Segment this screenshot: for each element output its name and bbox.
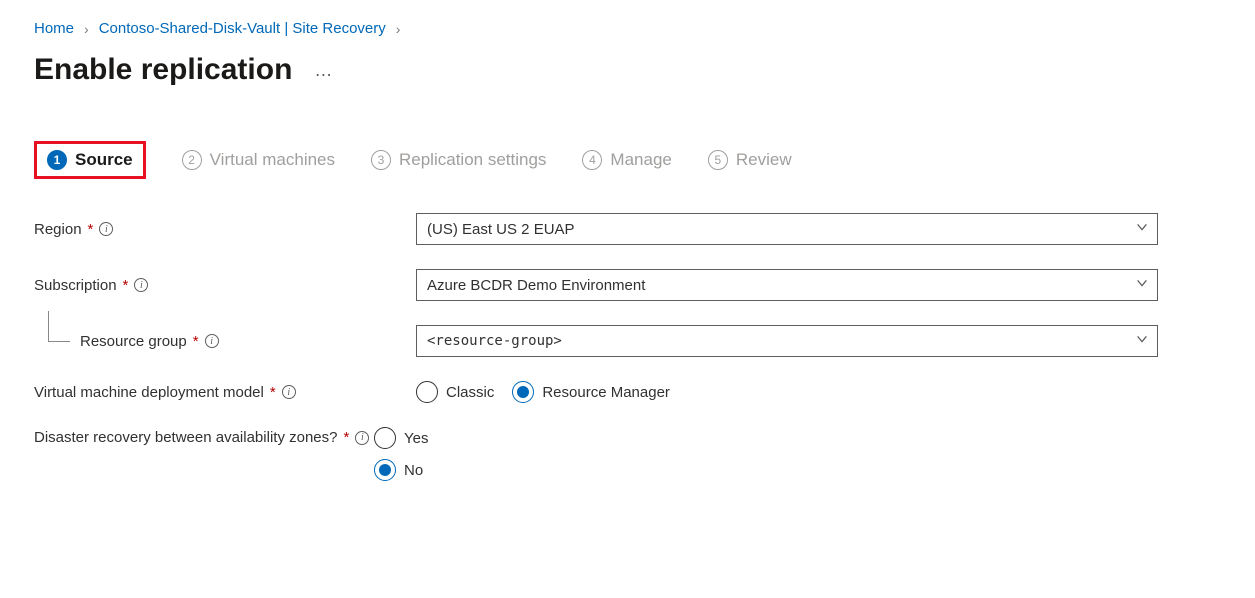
step-label: Review bbox=[736, 150, 792, 170]
info-icon[interactable]: i bbox=[355, 431, 369, 445]
step-label: Virtual machines bbox=[210, 150, 335, 170]
row-subscription: Subscription * i Azure BCDR Demo Environ… bbox=[34, 269, 1221, 301]
row-region: Region * i (US) East US 2 EUAP bbox=[34, 213, 1221, 245]
required-indicator: * bbox=[88, 221, 94, 238]
radio-icon bbox=[512, 381, 534, 403]
step-label: Source bbox=[75, 150, 133, 170]
radio-icon bbox=[374, 427, 396, 449]
label-region: Region * i bbox=[34, 221, 416, 238]
step-label: Manage bbox=[610, 150, 671, 170]
breadcrumb-vault[interactable]: Contoso-Shared-Disk-Vault | Site Recover… bbox=[99, 20, 386, 37]
row-vm-deployment-model: Virtual machine deployment model * i Cla… bbox=[34, 381, 1221, 403]
radio-classic[interactable]: Classic bbox=[416, 381, 494, 403]
dropdown-value: Azure BCDR Demo Environment bbox=[427, 277, 645, 294]
radio-label: No bbox=[404, 462, 423, 479]
required-indicator: * bbox=[343, 429, 349, 446]
step-source[interactable]: 1 Source bbox=[34, 141, 146, 179]
subscription-dropdown[interactable]: Azure BCDR Demo Environment bbox=[416, 269, 1158, 301]
radio-icon bbox=[374, 459, 396, 481]
more-actions-button[interactable]: … bbox=[310, 56, 338, 85]
step-replication-settings[interactable]: 3 Replication settings bbox=[371, 150, 546, 170]
required-indicator: * bbox=[193, 333, 199, 350]
dr-zones-radio-group: Yes No bbox=[374, 427, 1116, 481]
required-indicator: * bbox=[270, 384, 276, 401]
radio-no[interactable]: No bbox=[374, 459, 423, 481]
step-review[interactable]: 5 Review bbox=[708, 150, 792, 170]
info-icon[interactable]: i bbox=[205, 334, 219, 348]
step-label: Replication settings bbox=[399, 150, 546, 170]
title-row: Enable replication … bbox=[34, 53, 1221, 87]
chevron-down-icon bbox=[1135, 276, 1149, 294]
radio-resource-manager[interactable]: Resource Manager bbox=[512, 381, 670, 403]
label-text: Disaster recovery between availability z… bbox=[34, 429, 337, 446]
dropdown-value: (US) East US 2 EUAP bbox=[427, 221, 575, 238]
info-icon[interactable]: i bbox=[134, 278, 148, 292]
label-vm-model: Virtual machine deployment model * i bbox=[34, 384, 416, 401]
label-subscription: Subscription * i bbox=[34, 277, 416, 294]
step-number-badge: 5 bbox=[708, 150, 728, 170]
radio-yes[interactable]: Yes bbox=[374, 427, 428, 449]
chevron-right-icon: › bbox=[84, 21, 89, 37]
breadcrumb-home[interactable]: Home bbox=[34, 20, 74, 37]
wizard-steps: 1 Source 2 Virtual machines 3 Replicatio… bbox=[34, 141, 1221, 179]
step-number-badge: 2 bbox=[182, 150, 202, 170]
chevron-down-icon bbox=[1135, 332, 1149, 350]
label-text: Region bbox=[34, 221, 82, 238]
radio-label: Classic bbox=[446, 384, 494, 401]
label-text: Resource group bbox=[80, 333, 187, 350]
resource-group-dropdown[interactable]: <resource-group> bbox=[416, 325, 1158, 357]
chevron-down-icon bbox=[1135, 220, 1149, 238]
page-title: Enable replication bbox=[34, 53, 292, 87]
required-indicator: * bbox=[123, 277, 129, 294]
row-dr-zones: Disaster recovery between availability z… bbox=[34, 427, 1221, 481]
info-icon[interactable]: i bbox=[99, 222, 113, 236]
radio-icon bbox=[416, 381, 438, 403]
vm-model-radio-group: Classic Resource Manager bbox=[416, 381, 1158, 403]
info-icon[interactable]: i bbox=[282, 385, 296, 399]
step-number-badge: 1 bbox=[47, 150, 67, 170]
step-number-badge: 4 bbox=[582, 150, 602, 170]
step-virtual-machines[interactable]: 2 Virtual machines bbox=[182, 150, 335, 170]
step-number-badge: 3 bbox=[371, 150, 391, 170]
chevron-right-icon: › bbox=[396, 21, 401, 37]
dropdown-value: <resource-group> bbox=[427, 333, 562, 349]
radio-label: Yes bbox=[404, 430, 428, 447]
label-dr-zones: Disaster recovery between availability z… bbox=[34, 427, 374, 446]
step-manage[interactable]: 4 Manage bbox=[582, 150, 671, 170]
row-resource-group: Resource group * i <resource-group> bbox=[34, 325, 1221, 357]
label-resource-group: Resource group * i bbox=[34, 333, 416, 350]
breadcrumb: Home › Contoso-Shared-Disk-Vault | Site … bbox=[34, 20, 1221, 37]
label-text: Subscription bbox=[34, 277, 117, 294]
region-dropdown[interactable]: (US) East US 2 EUAP bbox=[416, 213, 1158, 245]
radio-label: Resource Manager bbox=[542, 384, 670, 401]
label-text: Virtual machine deployment model bbox=[34, 384, 264, 401]
